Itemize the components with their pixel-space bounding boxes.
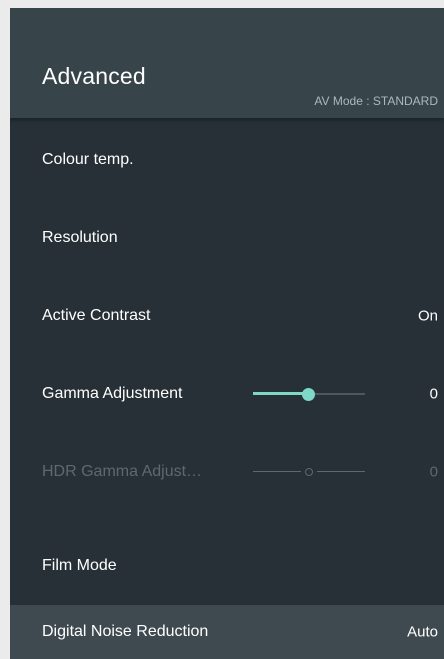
menu-item-colour-temp[interactable]: Colour temp.	[10, 134, 444, 186]
menu-item-label: Digital Noise Reduction	[42, 623, 209, 640]
menu-item-label: Film Mode	[42, 557, 117, 574]
menu-item-hdr-gamma-adjustment: HDR Gamma Adjust… 0	[10, 446, 444, 498]
menu-item-label: Active Contrast	[42, 307, 151, 324]
slider-thumb	[305, 468, 313, 476]
menu-item-resolution[interactable]: Resolution	[10, 212, 444, 264]
menu-item-label: Colour temp.	[42, 151, 134, 168]
menu-item-value: 0	[429, 385, 438, 403]
slider-fill	[253, 392, 309, 395]
menu-item-label: Resolution	[42, 229, 118, 246]
menu-item-value: Auto	[407, 623, 438, 641]
page-title: Advanced	[42, 63, 146, 89]
hdr-gamma-slider	[253, 466, 365, 478]
menu-item-digital-noise-reduction[interactable]: Digital Noise Reduction Auto	[10, 605, 444, 659]
panel-header: Advanced AV Mode : STANDARD	[10, 8, 444, 118]
menu-item-value: On	[417, 307, 438, 325]
menu-item-active-contrast[interactable]: Active Contrast On	[10, 290, 444, 342]
menu-item-gamma-adjustment[interactable]: Gamma Adjustment 0	[10, 368, 444, 420]
settings-panel: Advanced AV Mode : STANDARD Colour temp.…	[10, 8, 444, 659]
slider-thumb[interactable]	[302, 388, 315, 401]
av-mode-label: AV Mode : STANDARD	[314, 94, 438, 108]
menu-item-label: Gamma Adjustment	[42, 385, 183, 402]
menu-item-value: 0	[429, 463, 438, 481]
gamma-slider[interactable]	[253, 388, 365, 401]
menu-item-label: HDR Gamma Adjust…	[42, 463, 203, 480]
menu-item-film-mode[interactable]: Film Mode	[10, 540, 444, 592]
